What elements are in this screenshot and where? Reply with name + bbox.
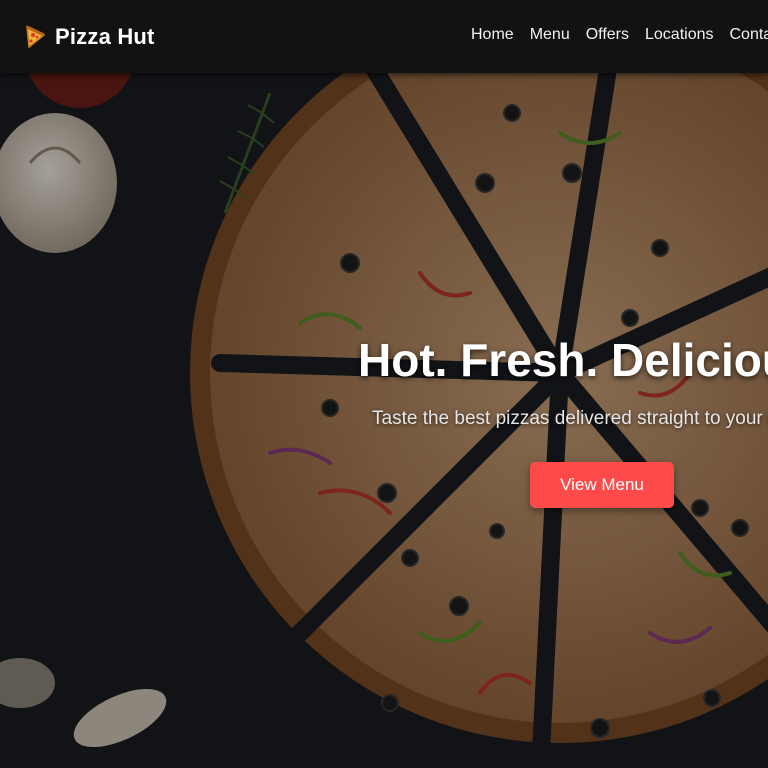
hero-subtitle: Taste the best pizzas delivered straight… <box>372 408 768 429</box>
view-menu-button[interactable]: View Menu <box>530 462 674 508</box>
nav-link-home[interactable]: Home <box>471 26 514 44</box>
brand-name: Pizza Hut <box>55 24 155 49</box>
hero-section: Hot. Fresh. Delicious. Taste the best pi… <box>0 73 768 768</box>
nav-link-offers[interactable]: Offers <box>586 26 629 44</box>
pizza-slice-icon <box>26 25 46 49</box>
nav-menu: Home Menu Offers Locations Contact <box>471 26 768 44</box>
nav-link-contact[interactable]: Contact <box>730 26 768 44</box>
navbar: Pizza Hut Home Menu Offers Locations Con… <box>0 0 768 73</box>
brand-logo[interactable]: Pizza Hut <box>24 22 155 52</box>
nav-link-menu[interactable]: Menu <box>530 26 570 44</box>
nav-link-locations[interactable]: Locations <box>645 26 714 44</box>
hero-title: Hot. Fresh. Delicious. <box>358 334 768 386</box>
